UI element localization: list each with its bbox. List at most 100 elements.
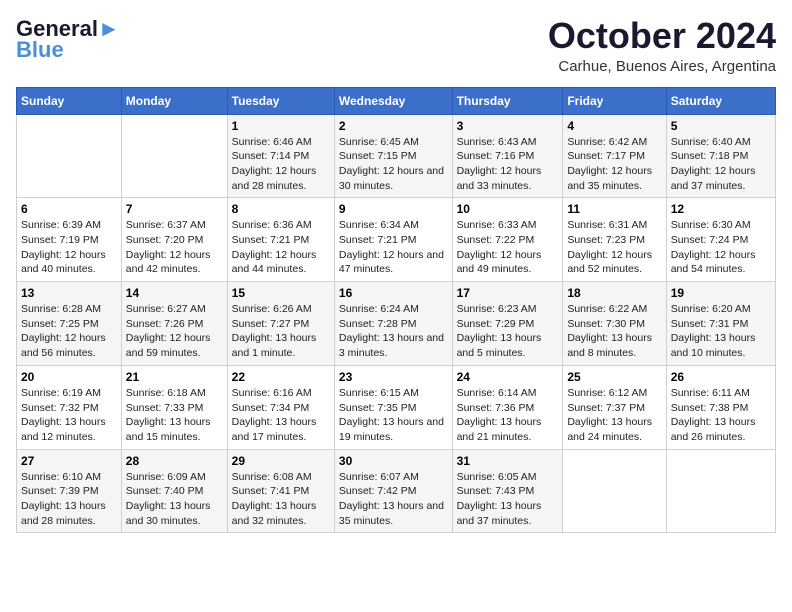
day-info: Sunrise: 6:30 AMSunset: 7:24 PMDaylight:… — [671, 218, 771, 277]
calendar-cell: 23 Sunrise: 6:15 AMSunset: 7:35 PMDayligh… — [334, 365, 452, 449]
day-number: 15 — [232, 286, 330, 300]
calendar-header: SundayMondayTuesdayWednesdayThursdayFrid… — [17, 87, 776, 114]
day-info: Sunrise: 6:43 AMSunset: 7:16 PMDaylight:… — [457, 135, 559, 194]
calendar-cell: 30 Sunrise: 6:07 AMSunset: 7:42 PMDayligh… — [334, 449, 452, 533]
day-info: Sunrise: 6:22 AMSunset: 7:30 PMDaylight:… — [567, 302, 661, 361]
calendar-cell: 11Sunrise: 6:31 AMSunset: 7:23 PMDayligh… — [563, 198, 666, 282]
header-day-tuesday: Tuesday — [227, 87, 334, 114]
calendar-cell: 25Sunrise: 6:12 AMSunset: 7:37 PMDayligh… — [563, 365, 666, 449]
day-info: Sunrise: 6:05 AMSunset: 7:43 PMDaylight:… — [457, 470, 559, 529]
calendar-table: SundayMondayTuesdayWednesdayThursdayFrid… — [16, 87, 776, 534]
day-number: 5 — [671, 119, 771, 133]
day-number: 21 — [126, 370, 223, 384]
calendar-cell: 4Sunrise: 6:42 AMSunset: 7:17 PMDaylight… — [563, 114, 666, 198]
day-info: Sunrise: 6:28 AMSunset: 7:25 PMDaylight:… — [21, 302, 117, 361]
day-number: 22 — [232, 370, 330, 384]
header-day-wednesday: Wednesday — [334, 87, 452, 114]
calendar-cell: 14 Sunrise: 6:27 AMSunset: 7:26 PMDayligh… — [121, 282, 227, 366]
calendar-cell — [563, 449, 666, 533]
location-subtitle: Carhue, Buenos Aires, Argentina — [548, 58, 776, 75]
calendar-cell: 8 Sunrise: 6:36 AMSunset: 7:21 PMDaylight… — [227, 198, 334, 282]
day-number: 30 — [339, 454, 448, 468]
day-number: 19 — [671, 286, 771, 300]
day-info: Sunrise: 6:18 AMSunset: 7:33 PMDaylight:… — [126, 386, 223, 445]
calendar-cell: 17 Sunrise: 6:23 AMSunset: 7:29 PMDayligh… — [452, 282, 563, 366]
day-info: Sunrise: 6:24 AMSunset: 7:28 PMDaylight:… — [339, 302, 448, 361]
day-info: Sunrise: 6:37 AMSunset: 7:20 PMDaylight:… — [126, 218, 223, 277]
day-number: 26 — [671, 370, 771, 384]
day-info: Sunrise: 6:34 AMSunset: 7:21 PMDaylight:… — [339, 218, 448, 277]
day-info: Sunrise: 6:14 AMSunset: 7:36 PMDaylight:… — [457, 386, 559, 445]
calendar-cell: 1Sunrise: 6:46 AMSunset: 7:14 PMDaylight… — [227, 114, 334, 198]
day-number: 13 — [21, 286, 117, 300]
calendar-body: 1Sunrise: 6:46 AMSunset: 7:14 PMDaylight… — [17, 114, 776, 533]
day-number: 12 — [671, 202, 771, 216]
header-row: SundayMondayTuesdayWednesdayThursdayFrid… — [17, 87, 776, 114]
day-info: Sunrise: 6:15 AMSunset: 7:35 PMDaylight:… — [339, 386, 448, 445]
day-number: 1 — [232, 119, 330, 133]
calendar-cell — [666, 449, 775, 533]
calendar-cell — [121, 114, 227, 198]
day-info: Sunrise: 6:42 AMSunset: 7:17 PMDaylight:… — [567, 135, 661, 194]
calendar-cell: 5 Sunrise: 6:40 AMSunset: 7:18 PMDaylight… — [666, 114, 775, 198]
week-row-2: 6 Sunrise: 6:39 AMSunset: 7:19 PMDaylight… — [17, 198, 776, 282]
day-number: 25 — [567, 370, 661, 384]
day-number: 24 — [457, 370, 559, 384]
day-info: Sunrise: 6:20 AMSunset: 7:31 PMDaylight:… — [671, 302, 771, 361]
calendar-cell: 7Sunrise: 6:37 AMSunset: 7:20 PMDaylight… — [121, 198, 227, 282]
day-number: 20 — [21, 370, 117, 384]
calendar-cell: 20 Sunrise: 6:19 AMSunset: 7:32 PMDayligh… — [17, 365, 122, 449]
day-info: Sunrise: 6:07 AMSunset: 7:42 PMDaylight:… — [339, 470, 448, 529]
day-number: 17 — [457, 286, 559, 300]
day-number: 6 — [21, 202, 117, 216]
calendar-cell: 21 Sunrise: 6:18 AMSunset: 7:33 PMDayligh… — [121, 365, 227, 449]
day-info: Sunrise: 6:33 AMSunset: 7:22 PMDaylight:… — [457, 218, 559, 277]
page-header: General► Blue October 2024 Carhue, Bueno… — [16, 16, 776, 75]
day-number: 23 — [339, 370, 448, 384]
day-info: Sunrise: 6:39 AMSunset: 7:19 PMDaylight:… — [21, 218, 117, 277]
logo: General► Blue — [16, 16, 120, 61]
calendar-cell: 28Sunrise: 6:09 AMSunset: 7:40 PMDayligh… — [121, 449, 227, 533]
day-info: Sunrise: 6:27 AMSunset: 7:26 PMDaylight:… — [126, 302, 223, 361]
calendar-cell: 26 Sunrise: 6:11 AMSunset: 7:38 PMDayligh… — [666, 365, 775, 449]
day-info: Sunrise: 6:45 AMSunset: 7:15 PMDaylight:… — [339, 135, 448, 194]
month-title: October 2024 — [548, 16, 776, 56]
calendar-cell: 18 Sunrise: 6:22 AMSunset: 7:30 PMDayligh… — [563, 282, 666, 366]
day-number: 8 — [232, 202, 330, 216]
day-number: 9 — [339, 202, 448, 216]
calendar-cell: 12 Sunrise: 6:30 AMSunset: 7:24 PMDayligh… — [666, 198, 775, 282]
day-info: Sunrise: 6:36 AMSunset: 7:21 PMDaylight:… — [232, 218, 330, 277]
calendar-cell: 6 Sunrise: 6:39 AMSunset: 7:19 PMDaylight… — [17, 198, 122, 282]
calendar-cell: 15 Sunrise: 6:26 AMSunset: 7:27 PMDayligh… — [227, 282, 334, 366]
day-info: Sunrise: 6:31 AMSunset: 7:23 PMDaylight:… — [567, 218, 661, 277]
week-row-4: 20 Sunrise: 6:19 AMSunset: 7:32 PMDayligh… — [17, 365, 776, 449]
calendar-cell: 16 Sunrise: 6:24 AMSunset: 7:28 PMDayligh… — [334, 282, 452, 366]
title-block: October 2024 Carhue, Buenos Aires, Argen… — [548, 16, 776, 75]
day-info: Sunrise: 6:16 AMSunset: 7:34 PMDaylight:… — [232, 386, 330, 445]
day-info: Sunrise: 6:19 AMSunset: 7:32 PMDaylight:… — [21, 386, 117, 445]
calendar-cell: 31Sunrise: 6:05 AMSunset: 7:43 PMDayligh… — [452, 449, 563, 533]
day-number: 27 — [21, 454, 117, 468]
calendar-cell: 27 Sunrise: 6:10 AMSunset: 7:39 PMDayligh… — [17, 449, 122, 533]
header-day-thursday: Thursday — [452, 87, 563, 114]
day-number: 10 — [457, 202, 559, 216]
day-number: 16 — [339, 286, 448, 300]
calendar-cell: 10 Sunrise: 6:33 AMSunset: 7:22 PMDayligh… — [452, 198, 563, 282]
logo-blue: Blue — [16, 39, 64, 61]
day-number: 18 — [567, 286, 661, 300]
header-day-sunday: Sunday — [17, 87, 122, 114]
day-info: Sunrise: 6:10 AMSunset: 7:39 PMDaylight:… — [21, 470, 117, 529]
day-info: Sunrise: 6:26 AMSunset: 7:27 PMDaylight:… — [232, 302, 330, 361]
day-info: Sunrise: 6:23 AMSunset: 7:29 PMDaylight:… — [457, 302, 559, 361]
day-info: Sunrise: 6:40 AMSunset: 7:18 PMDaylight:… — [671, 135, 771, 194]
day-info: Sunrise: 6:09 AMSunset: 7:40 PMDaylight:… — [126, 470, 223, 529]
day-info: Sunrise: 6:11 AMSunset: 7:38 PMDaylight:… — [671, 386, 771, 445]
day-number: 14 — [126, 286, 223, 300]
calendar-cell: 29Sunrise: 6:08 AMSunset: 7:41 PMDayligh… — [227, 449, 334, 533]
header-day-saturday: Saturday — [666, 87, 775, 114]
header-day-friday: Friday — [563, 87, 666, 114]
calendar-cell: 9 Sunrise: 6:34 AMSunset: 7:21 PMDaylight… — [334, 198, 452, 282]
header-day-monday: Monday — [121, 87, 227, 114]
calendar-cell: 3Sunrise: 6:43 AMSunset: 7:16 PMDaylight… — [452, 114, 563, 198]
week-row-1: 1Sunrise: 6:46 AMSunset: 7:14 PMDaylight… — [17, 114, 776, 198]
